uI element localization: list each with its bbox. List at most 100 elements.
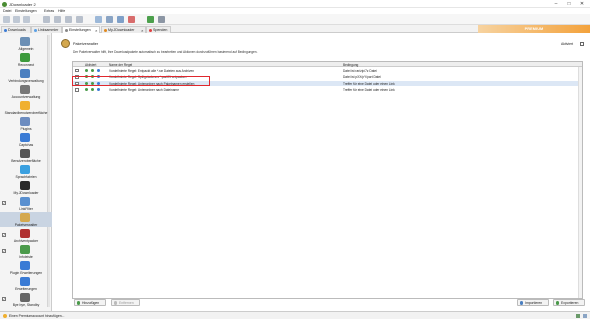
menu-file[interactable]: Datei — [3, 9, 11, 13]
sidebar-item-account[interactable]: Accountverwaltung — [0, 84, 52, 99]
minimize-button[interactable]: – — [552, 1, 560, 7]
tab-label: Einstellungen — [69, 28, 91, 32]
info-icon — [20, 245, 30, 254]
menu-settings[interactable]: Einstellungen — [15, 9, 37, 13]
sidebar-item-ui[interactable]: Standardbenutzeroberfläche — [0, 100, 52, 115]
sidebar-item-package[interactable]: Paketverwalter — [0, 212, 52, 227]
sidebar-item-checkbox[interactable]: ✓ — [2, 297, 6, 301]
tab-myjdownloader[interactable]: My.JDownloader × — [101, 26, 146, 33]
premium-toggle-icon[interactable] — [117, 16, 124, 23]
myjd-tab-icon — [103, 28, 107, 32]
rule-name: Vordefinierte Regel: Splitgeladenes *.pa… — [109, 75, 187, 80]
rule-condition: Datei ist rar/zip/7z Datei — [343, 68, 377, 73]
sidebar-item-archive[interactable]: Archiventpacker ✓ — [0, 228, 52, 243]
move-down-icon[interactable] — [65, 16, 72, 23]
sidebar-item-label: Accountverwaltung — [11, 94, 41, 99]
sidebar-item-reconnect[interactable]: Reconnect — [0, 52, 52, 67]
silent-mode-icon[interactable] — [128, 16, 135, 23]
enable-toggle[interactable]: Aktiviert — [561, 41, 584, 46]
enabled-icon[interactable] — [85, 81, 88, 85]
page-description: Der Paketverwalter hilft, Ihre Downloadp… — [73, 50, 258, 54]
archive-icon — [20, 229, 30, 238]
stop-icon[interactable] — [23, 16, 30, 23]
import-button[interactable]: Importieren — [517, 299, 549, 306]
row-checkbox[interactable] — [75, 81, 79, 86]
sidebar-item-label: Benutzeroberfläche — [11, 158, 41, 163]
play-icon[interactable] — [3, 16, 10, 23]
extension-icon — [20, 261, 30, 270]
sidebar-item-speech[interactable]: Sprachfabrien — [0, 164, 52, 179]
sidebar-item-puzzle[interactable]: Erweiterungen — [0, 276, 52, 291]
table-row[interactable]: Vordefinierte Regel: Entpackt alle *.rar… — [73, 68, 582, 73]
row-checkbox[interactable] — [75, 88, 79, 92]
tab-linkgrabber[interactable]: Linksammler — [31, 26, 62, 33]
pause-icon[interactable] — [13, 16, 20, 23]
title-bar: JDownloader 2 – □ ✕ — [0, 0, 590, 8]
maximize-button[interactable]: □ — [565, 1, 573, 7]
status-icon — [91, 88, 94, 92]
rule-icon — [97, 75, 100, 79]
package-icon — [20, 213, 30, 222]
status-bar: Einen Premiumaccount hinzufügen... — [0, 311, 590, 319]
move-bottom-icon[interactable] — [76, 16, 83, 23]
tab-settings[interactable]: Einstellungen × — [62, 26, 100, 33]
menu-help[interactable]: Hilfe — [58, 9, 65, 13]
export-button[interactable]: Exportieren — [553, 299, 585, 306]
menu-extras[interactable]: Extras — [44, 9, 54, 13]
rule-name: Vordefinierte Regel: Unterordner nach Da… — [109, 88, 179, 93]
add-rule-button[interactable]: Hinzufügen — [74, 299, 106, 306]
row-checkbox[interactable] — [75, 68, 79, 73]
sidebar-item-info[interactable]: Infoleiste ✓ — [0, 244, 52, 259]
enabled-icon[interactable] — [85, 88, 88, 92]
premium-banner[interactable]: PREMIUM — [478, 25, 590, 33]
sidebar-item-label: Allgemein — [18, 46, 34, 51]
table-row[interactable]: Vordefinierte Regel: Unterordner nach Da… — [73, 88, 582, 93]
close-button[interactable]: ✕ — [578, 1, 586, 7]
sidebar-item-checkbox[interactable]: ✓ — [2, 233, 6, 237]
sidebar-item-label: Plugin Erweiterungen — [9, 270, 43, 275]
enable-checkbox[interactable] — [580, 41, 584, 46]
ui-icon — [20, 101, 30, 110]
sidebar-item-network[interactable]: Verbindungsverwaltung — [0, 68, 52, 83]
status-text[interactable]: Einen Premiumaccount hinzufügen... — [9, 314, 64, 318]
plugin-icon — [20, 117, 30, 126]
table-scrollbar[interactable] — [578, 67, 582, 298]
rules-table: Aktiviert Name der Regel Bedingung Vorde… — [72, 61, 583, 299]
move-top-icon[interactable] — [43, 16, 50, 23]
sidebar-item-gear[interactable]: Allgemein — [0, 36, 52, 51]
page-title: Paketverwalter — [73, 42, 99, 46]
move-up-icon[interactable] — [54, 16, 61, 23]
toolbar — [0, 14, 590, 25]
sidebar-item-paint[interactable]: Benutzeroberfläche — [0, 148, 52, 163]
tab-donate[interactable]: Spenden — [146, 26, 171, 33]
sidebar-item-myjd[interactable]: My.JDownloader — [0, 180, 52, 195]
row-checkbox[interactable] — [75, 75, 79, 79]
update-icon[interactable] — [147, 16, 154, 23]
sidebar-item-plugin[interactable]: Plugins — [0, 116, 52, 131]
table-row[interactable]: Vordefinierte Regel: Splitgeladenes *.pa… — [73, 75, 582, 80]
sidebar-item-label: LinkFilter — [19, 206, 33, 211]
paint-icon — [20, 149, 30, 158]
donate-icon — [148, 28, 152, 32]
sidebar-item-standby[interactable]: Bye bye, Standby ✓ — [0, 292, 52, 307]
table-row[interactable]: Vordefinierte Regel: Unterordner nach Pa… — [73, 81, 582, 86]
remove-rule-button[interactable]: Entfernen — [111, 299, 140, 306]
tab-downloads[interactable]: Downloads — [1, 26, 31, 33]
column-header-name[interactable]: Name der Regel — [109, 63, 132, 67]
package-manager-icon — [61, 39, 70, 48]
sidebar-item-checkbox[interactable]: ✓ — [2, 201, 6, 205]
sidebar-item-captcha[interactable]: Captchas — [0, 132, 52, 147]
clipboard-icon[interactable] — [95, 16, 102, 23]
column-header-condition[interactable]: Bedingung — [343, 63, 358, 67]
sidebar-item-extension[interactable]: Plugin Erweiterungen — [0, 260, 52, 275]
reconnect-icon — [20, 53, 30, 62]
enabled-icon[interactable] — [85, 68, 88, 72]
enabled-icon[interactable] — [85, 75, 88, 79]
settings-toolbar-icon[interactable] — [158, 16, 165, 23]
reconnect-toggle-icon[interactable] — [106, 16, 113, 23]
account-icon — [20, 85, 30, 94]
rule-name: Vordefinierte Regel: Entpackt alle *.rar… — [109, 68, 195, 73]
sidebar-item-checkbox[interactable]: ✓ — [2, 249, 6, 253]
sidebar-item-filter[interactable]: LinkFilter ✓ — [0, 196, 52, 211]
column-header-enabled[interactable]: Aktiviert — [85, 63, 96, 67]
